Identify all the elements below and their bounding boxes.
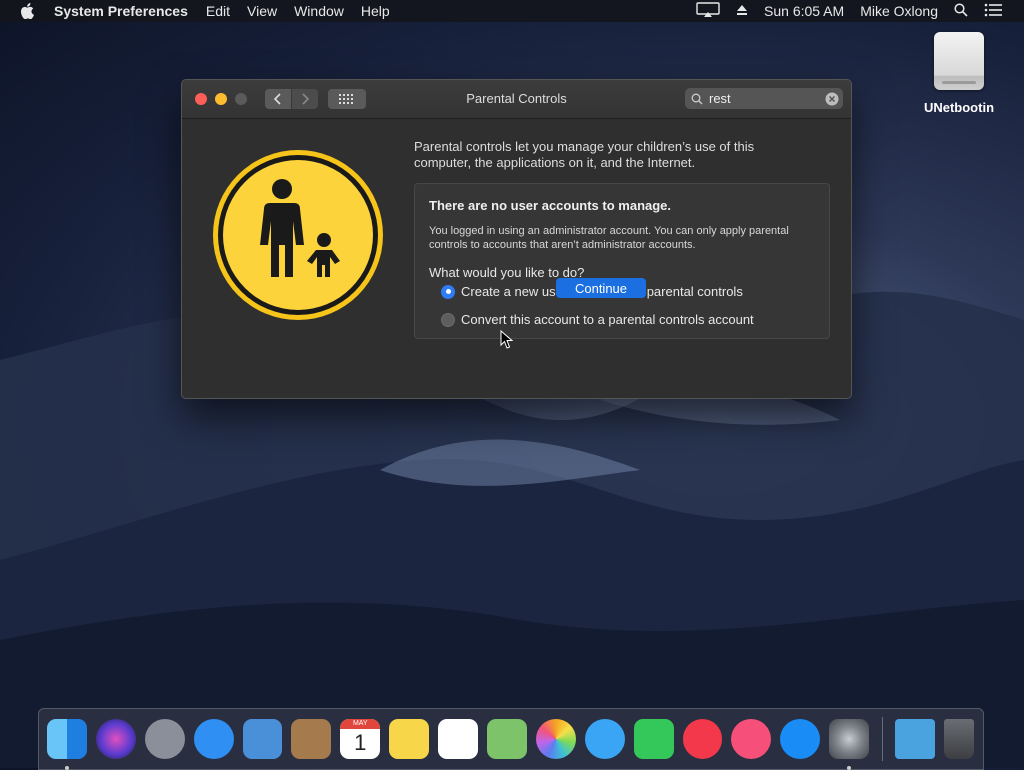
running-indicator: [847, 766, 852, 770]
safari-icon[interactable]: [193, 719, 234, 759]
back-button[interactable]: [265, 89, 291, 109]
show-all-button[interactable]: [328, 89, 366, 109]
chevron-right-icon: [302, 93, 310, 105]
maps-icon[interactable]: [487, 719, 527, 759]
photos-icon[interactable]: [535, 719, 576, 759]
radio-convert-account[interactable]: [441, 312, 455, 327]
parental-controls-window: Parental Controls rest Parental controls…: [181, 79, 852, 399]
window-content: Parental controls let you manage your ch…: [182, 119, 851, 398]
finder-icon[interactable]: [47, 719, 87, 770]
downloads-folder-icon[interactable]: [895, 719, 936, 759]
mail-icon[interactable]: [242, 719, 283, 759]
continue-button[interactable]: Continue: [556, 278, 646, 298]
option-convert-account[interactable]: Convert this account to a parental contr…: [441, 312, 754, 327]
menu-view[interactable]: View: [247, 3, 277, 19]
calendar-day: 1: [354, 730, 367, 755]
app-store-icon[interactable]: [780, 719, 821, 759]
window-minimize-button[interactable]: [215, 93, 227, 105]
dock: MAY 1: [38, 708, 984, 770]
chevron-left-icon: [273, 93, 281, 105]
menu-window[interactable]: Window: [294, 3, 344, 19]
reminders-icon[interactable]: [438, 719, 479, 759]
spotlight-icon[interactable]: [954, 2, 968, 20]
option-label: Convert this account to a parental contr…: [461, 312, 754, 327]
airplay-icon[interactable]: [696, 1, 720, 21]
parental-controls-icon: [213, 150, 383, 320]
launchpad-icon[interactable]: [144, 719, 185, 759]
mouse-cursor-icon: [500, 330, 514, 349]
radio-create-account[interactable]: [441, 284, 455, 299]
dock-separator: [882, 717, 884, 761]
search-icon: [691, 93, 703, 105]
notification-center-icon[interactable]: [984, 3, 1002, 20]
apple-menu-icon[interactable]: [20, 3, 38, 19]
search-input[interactable]: rest: [709, 91, 731, 106]
system-preferences-icon[interactable]: [829, 719, 870, 770]
forward-button[interactable]: [292, 89, 318, 109]
window-close-button[interactable]: [195, 93, 207, 105]
menu-edit[interactable]: Edit: [206, 3, 230, 19]
search-field[interactable]: rest: [685, 88, 843, 109]
user-menu[interactable]: Mike Oxlong: [860, 3, 938, 19]
siri-icon[interactable]: [95, 719, 136, 759]
contacts-icon[interactable]: [291, 719, 332, 759]
panel-description: You logged in using an administrator acc…: [429, 225, 789, 251]
calendar-month: MAY: [340, 719, 381, 729]
options-panel: There are no user accounts to manage. Yo…: [414, 183, 830, 339]
menu-bar: System Preferences Edit View Window Help…: [0, 0, 1024, 22]
panel-heading: There are no user accounts to manage.: [429, 198, 672, 213]
eject-icon[interactable]: [736, 3, 748, 19]
grid-icon: [339, 94, 353, 104]
desktop-drive-unetbootin[interactable]: UNetbootin: [918, 32, 1000, 115]
messages-icon[interactable]: [584, 719, 625, 759]
intro-text: Parental controls let you manage your ch…: [414, 139, 755, 170]
menu-help[interactable]: Help: [361, 3, 390, 19]
menu-clock[interactable]: Sun 6:05 AM: [764, 3, 844, 19]
window-titlebar[interactable]: Parental Controls rest: [182, 80, 851, 119]
window-zoom-button[interactable]: [235, 93, 247, 105]
calendar-icon[interactable]: MAY 1: [340, 719, 381, 759]
external-drive-icon: [934, 32, 984, 90]
app-menu[interactable]: System Preferences: [54, 3, 188, 19]
facetime-icon[interactable]: [633, 719, 674, 759]
notes-icon[interactable]: [389, 719, 430, 759]
running-indicator: [65, 766, 69, 770]
desktop-drive-label: UNetbootin: [923, 100, 995, 115]
itunes-icon[interactable]: [731, 719, 772, 759]
clear-search-icon[interactable]: [825, 92, 839, 106]
trash-icon[interactable]: [944, 719, 974, 759]
news-icon[interactable]: [682, 719, 723, 759]
